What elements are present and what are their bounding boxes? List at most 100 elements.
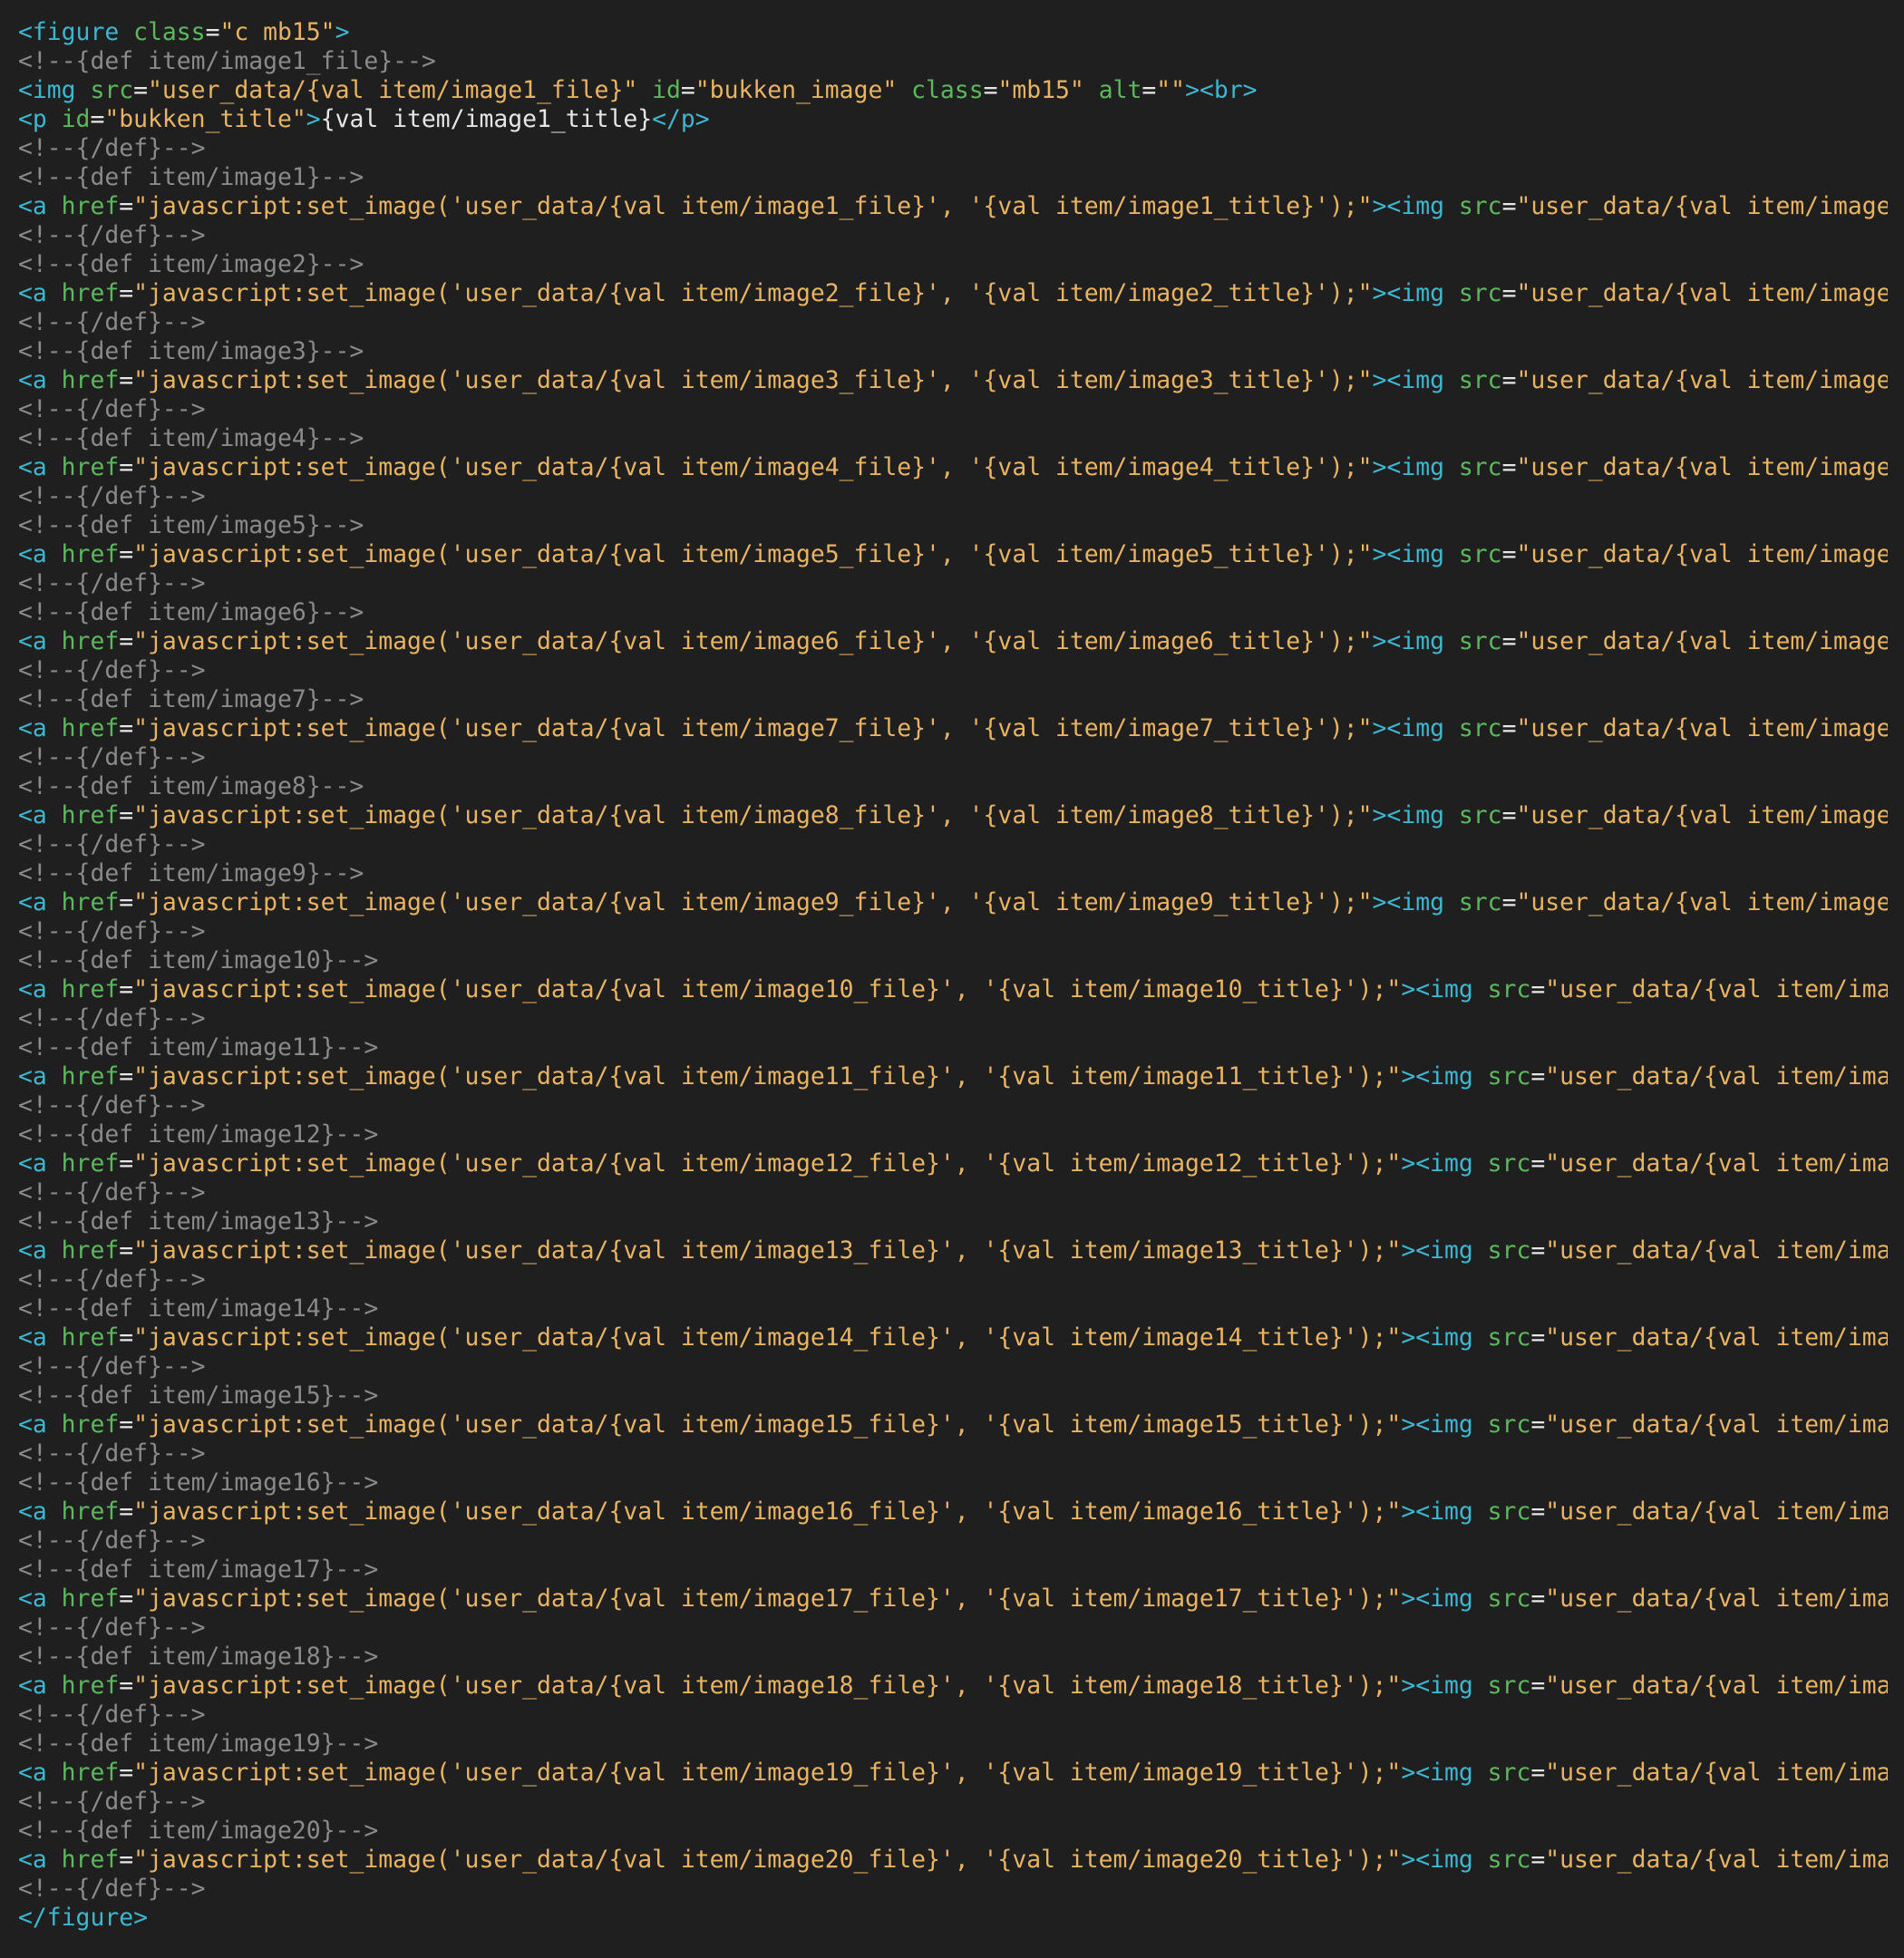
code-line[interactable]: <!--{/def}--> (18, 1788, 1888, 1817)
code-line[interactable]: <a href="javascript:set_image('user_data… (18, 1585, 1888, 1614)
html-tag-token: <a (18, 366, 62, 394)
code-line[interactable]: <!--{/def}--> (18, 1527, 1888, 1556)
string-value-token: "javascript:set_image('user_data/{val it… (133, 801, 1373, 829)
code-body[interactable]: <figure class="c mb15"> <!--{def item/ima… (18, 18, 1888, 1933)
code-line[interactable]: <!--{def item/image20}--> (18, 1817, 1888, 1846)
attribute-name-token: href (61, 1062, 120, 1090)
code-line[interactable]: <!--{/def}--> (18, 482, 1888, 511)
code-line[interactable]: <!--{def item/image5}--> (18, 511, 1888, 540)
attribute-name-token: href (61, 1149, 120, 1178)
code-line[interactable]: <!--{def item/image6}--> (18, 598, 1888, 627)
code-line[interactable]: <!--{def item/image1}--> (18, 163, 1888, 192)
code-line[interactable]: <!--{def item/image17}--> (18, 1556, 1888, 1585)
code-line[interactable]: <!--{/def}--> (18, 1352, 1888, 1381)
code-line[interactable]: <!--{def item/image2}--> (18, 250, 1888, 279)
attribute-name-token: src (1487, 1062, 1531, 1090)
code-line[interactable]: <!--{def item/image18}--> (18, 1643, 1888, 1672)
code-line[interactable]: <a href="javascript:set_image('user_data… (18, 1323, 1888, 1352)
string-value-token: "user_data/{val item/image9_thumb}" (1516, 888, 1888, 916)
text-token: = (680, 76, 695, 104)
string-value-token: "user_data/{val item/image18_thumb}" (1545, 1672, 1888, 1700)
code-line[interactable]: <a href="javascript:set_image('user_data… (18, 1498, 1888, 1527)
code-line[interactable]: <!--{/def}--> (18, 1004, 1888, 1033)
text-token: = (119, 1498, 134, 1526)
code-line[interactable]: <a href="javascript:set_image('user_data… (18, 1846, 1888, 1875)
code-line[interactable]: <!--{def item/image13}--> (18, 1207, 1888, 1236)
code-line[interactable]: <!--{def item/image19}--> (18, 1730, 1888, 1759)
code-line[interactable]: <a href="javascript:set_image('user_data… (18, 1410, 1888, 1439)
code-line[interactable]: <a href="javascript:set_image('user_data… (18, 453, 1888, 482)
attribute-name-token: src (1487, 1759, 1531, 1787)
html-tag-token: ><img (1372, 192, 1459, 220)
code-line[interactable]: <img src="user_data/{val item/image1_fil… (18, 76, 1888, 105)
html-tag-token: <a (18, 801, 62, 829)
code-line[interactable]: <!--{/def}--> (18, 1178, 1888, 1207)
code-line[interactable]: <!--{def item/image12}--> (18, 1120, 1888, 1149)
text-token: = (1530, 1149, 1546, 1178)
code-line[interactable]: <a href="javascript:set_image('user_data… (18, 192, 1888, 221)
code-line[interactable]: <!--{/def}--> (18, 1614, 1888, 1643)
html-tag-token: <a (18, 1498, 62, 1526)
text-token: = (119, 1062, 134, 1090)
code-line[interactable]: <!--{/def}--> (18, 395, 1888, 424)
code-line[interactable]: <!--{def item/image9}--> (18, 859, 1888, 888)
code-line[interactable]: <!--{def item/image4}--> (18, 424, 1888, 453)
code-line[interactable]: <a href="javascript:set_image('user_data… (18, 627, 1888, 656)
code-line[interactable]: <!--{/def}--> (18, 743, 1888, 772)
code-line[interactable]: <!--{def item/image15}--> (18, 1381, 1888, 1410)
attribute-name-token: href (61, 366, 120, 394)
code-line[interactable]: <!--{/def}--> (18, 830, 1888, 859)
code-line[interactable]: <!--{/def}--> (18, 221, 1888, 250)
comment-token: <!--{def item/image9}--> (18, 859, 364, 887)
code-line[interactable]: <!--{/def}--> (18, 656, 1888, 685)
string-value-token: "user_data/{val item/image8_thumb}" (1516, 801, 1888, 829)
code-editor[interactable]: <figure class="c mb15"> <!--{def item/ima… (0, 0, 1904, 1958)
code-line[interactable]: <a href="javascript:set_image('user_data… (18, 279, 1888, 308)
attribute-name-token: href (61, 975, 120, 1003)
comment-token: <!--{def item/image13}--> (18, 1207, 379, 1236)
code-line[interactable]: <p id="bukken_title">{val item/image1_ti… (18, 105, 1888, 134)
code-line[interactable]: </figure> (18, 1904, 1888, 1933)
text-token: = (1530, 1672, 1546, 1700)
code-line[interactable]: <a href="javascript:set_image('user_data… (18, 1672, 1888, 1701)
code-line[interactable]: <!--{/def}--> (18, 308, 1888, 337)
string-value-token: "user_data/{val item/image10_thumb}" (1545, 975, 1888, 1003)
comment-token: <!--{def item/image19}--> (18, 1730, 379, 1758)
code-line[interactable]: <a href="javascript:set_image('user_data… (18, 540, 1888, 569)
code-line[interactable]: <a href="javascript:set_image('user_data… (18, 975, 1888, 1004)
code-line[interactable]: <!--{/def}--> (18, 569, 1888, 598)
comment-token: <!--{/def}--> (18, 656, 206, 684)
code-line[interactable]: <a href="javascript:set_image('user_data… (18, 1236, 1888, 1265)
html-tag-token: <a (18, 1410, 62, 1439)
code-line[interactable]: <!--{def item/image7}--> (18, 685, 1888, 714)
code-line[interactable]: <!--{def item/image1_file}--> (18, 47, 1888, 76)
code-line[interactable]: <figure class="c mb15"> (18, 18, 1888, 47)
code-line[interactable]: <a href="javascript:set_image('user_data… (18, 1759, 1888, 1788)
text-token: = (1530, 1759, 1546, 1787)
code-line[interactable]: <!--{def item/image16}--> (18, 1468, 1888, 1498)
code-line[interactable]: <!--{/def}--> (18, 1091, 1888, 1120)
attribute-name-token: src (1458, 627, 1502, 655)
code-line[interactable]: <!--{def item/image11}--> (18, 1033, 1888, 1062)
code-line[interactable]: <a href="javascript:set_image('user_data… (18, 801, 1888, 830)
code-line[interactable]: <a href="javascript:set_image('user_data… (18, 1149, 1888, 1178)
code-line[interactable]: <!--{/def}--> (18, 1875, 1888, 1904)
code-line[interactable]: <!--{def item/image14}--> (18, 1294, 1888, 1323)
string-value-token: "bukken_image" (695, 76, 898, 104)
code-line[interactable]: <!--{/def}--> (18, 1439, 1888, 1468)
text-token: = (1501, 714, 1517, 742)
code-line[interactable]: <!--{def item/image10}--> (18, 946, 1888, 975)
code-line[interactable]: <!--{/def}--> (18, 134, 1888, 163)
code-line[interactable]: <!--{def item/image8}--> (18, 772, 1888, 801)
code-line[interactable]: <a href="javascript:set_image('user_data… (18, 888, 1888, 917)
code-line[interactable]: <!--{def item/image3}--> (18, 337, 1888, 366)
code-line[interactable]: <!--{/def}--> (18, 917, 1888, 946)
code-line[interactable]: <a href="javascript:set_image('user_data… (18, 366, 1888, 395)
html-tag-token: ><img (1401, 1585, 1488, 1613)
code-line[interactable]: <!--{/def}--> (18, 1265, 1888, 1294)
code-line[interactable]: <a href="javascript:set_image('user_data… (18, 1062, 1888, 1091)
code-line[interactable]: <a href="javascript:set_image('user_data… (18, 714, 1888, 743)
code-line[interactable]: <!--{/def}--> (18, 1701, 1888, 1730)
html-tag-token: <a (18, 1323, 62, 1352)
attribute-name-token: href (61, 1846, 120, 1874)
